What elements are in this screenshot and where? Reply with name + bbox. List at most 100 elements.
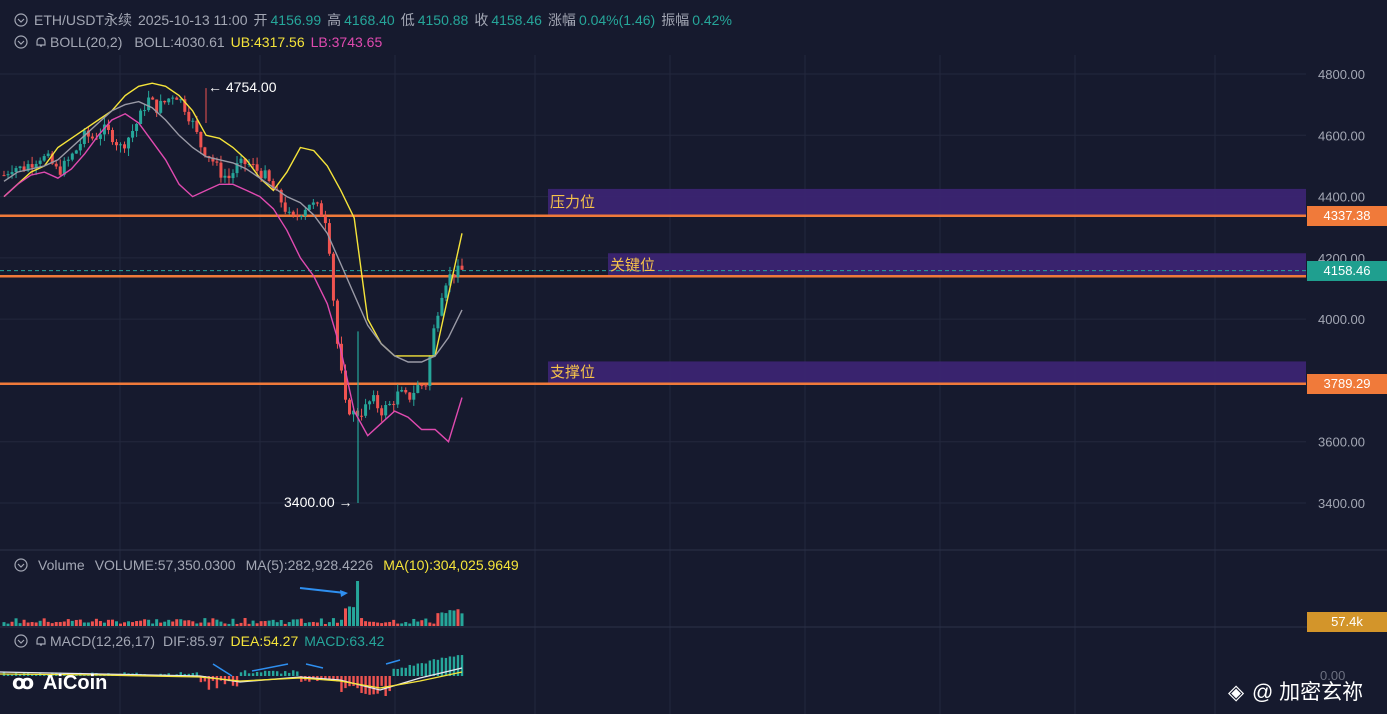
volume-bar (412, 618, 416, 626)
aicoin-watermark: ꝏ AiCoin (12, 670, 107, 695)
volume-bar (86, 622, 90, 626)
macd-bar (372, 676, 375, 695)
macd-bar (400, 667, 403, 676)
candle-body (259, 170, 263, 179)
y-tick-label: 4600.00 (1318, 128, 1365, 143)
volume-bar (114, 621, 118, 626)
candle-body (163, 100, 167, 103)
macd-bar (352, 676, 355, 686)
volume-bar (331, 618, 335, 626)
volume-bar (2, 622, 6, 626)
macd-arrow (212, 663, 233, 677)
collapse-icon[interactable] (14, 634, 28, 648)
volume-arrow-head (340, 590, 348, 597)
candle-body (436, 315, 440, 329)
macd-bar (284, 671, 287, 676)
candle-body (283, 202, 287, 212)
macd-bar (460, 655, 464, 676)
volume-bar (303, 622, 307, 626)
macd-bar (404, 667, 407, 676)
volume-bar (424, 618, 428, 626)
volume-bar (364, 621, 368, 626)
volume-bar (167, 619, 171, 626)
volume-bar (416, 621, 420, 626)
macd-bar (412, 665, 415, 676)
candle-body (432, 328, 436, 357)
low-annotation-value: 3400.00 (284, 494, 335, 510)
volume-bar (131, 622, 135, 626)
macd-name: MACD(12,26,17) (50, 633, 156, 649)
candle-body (408, 392, 412, 400)
volume-bar (6, 623, 10, 626)
volume-bar (139, 620, 143, 626)
macd-bar (251, 673, 255, 676)
volume-bar (235, 623, 239, 626)
volume-bar (360, 618, 364, 626)
candle-body (227, 175, 231, 179)
candle-body (131, 130, 135, 138)
volume-bar (207, 622, 211, 626)
collapse-icon[interactable] (14, 13, 28, 27)
aicoin-text: AiCoin (42, 672, 108, 694)
candle-body (460, 265, 464, 270)
candle-body (303, 209, 307, 217)
volume-bar (42, 618, 46, 626)
candle-body (251, 163, 255, 165)
volume-bar (82, 622, 86, 626)
candle-body (46, 153, 50, 157)
volume-bar (54, 622, 58, 626)
volume-bar (66, 619, 70, 626)
volume-bar (70, 620, 74, 626)
zone-band (548, 361, 1306, 384)
volume-bar (147, 619, 151, 626)
volume-bar (432, 623, 436, 626)
amplitude-label: 振幅 (661, 12, 690, 28)
candle-body (231, 173, 235, 179)
candle-body (368, 401, 372, 405)
volume-bar (219, 621, 223, 626)
volume-ma5: MA(5):282,928.4226 (245, 557, 374, 573)
volume-bar (247, 623, 251, 626)
macd-bar (267, 670, 271, 676)
candle-body (42, 156, 46, 161)
volume-bar (275, 622, 279, 626)
macd-bar (392, 668, 395, 676)
volume-bar (392, 619, 396, 626)
y-tick-label: 4000.00 (1318, 312, 1365, 327)
candle-body (123, 144, 127, 149)
volume-bar (420, 620, 424, 626)
candle-body (404, 389, 408, 393)
volume-bar (10, 621, 14, 626)
volume-bar (372, 621, 376, 626)
volume-bar (203, 618, 207, 626)
candle-body (315, 202, 319, 204)
bell-icon[interactable] (34, 634, 48, 648)
volume-bar (339, 619, 343, 626)
volume-bar (404, 622, 408, 626)
candle-body (58, 166, 62, 175)
macd-bar (388, 676, 391, 692)
candle-body (66, 159, 70, 161)
candle-body (10, 172, 14, 175)
candle-body (295, 215, 299, 217)
volume-bar (267, 620, 271, 626)
volume-bar (26, 622, 30, 626)
collapse-icon[interactable] (14, 558, 28, 572)
volume-ma10: MA(10):304,025.9649 (383, 557, 519, 573)
candle-body (380, 408, 384, 416)
candle-body (135, 123, 139, 131)
macd-bar (275, 671, 279, 676)
bell-icon[interactable] (34, 35, 48, 49)
candle-body (195, 120, 199, 132)
candle-body (199, 131, 203, 148)
volume-bar (291, 619, 295, 626)
collapse-icon[interactable] (14, 35, 28, 49)
volume-bar (243, 618, 247, 626)
key-zone-label: 关键位 (610, 257, 656, 274)
volume-bar (119, 623, 123, 626)
candle-body (159, 100, 163, 113)
macd-bar (376, 676, 379, 694)
candle-body (219, 162, 223, 178)
volume-bar (106, 619, 110, 626)
candle-body (223, 175, 227, 178)
